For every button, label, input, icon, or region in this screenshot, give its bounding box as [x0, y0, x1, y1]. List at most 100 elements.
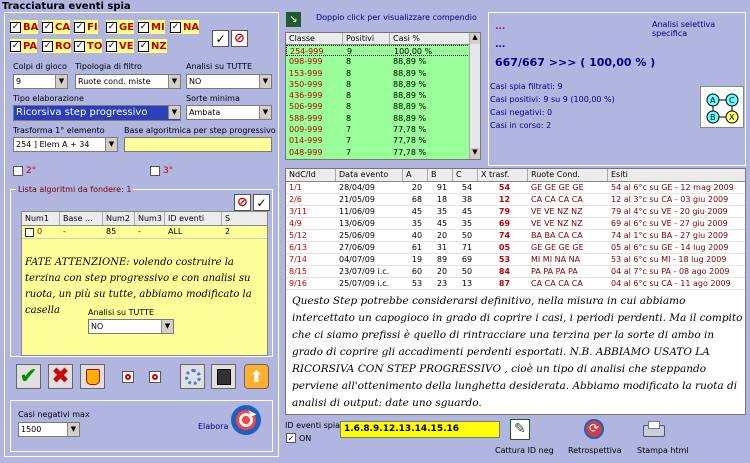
cell: 5/12: [289, 231, 307, 240]
table-row[interactable]: 8/15 23/07/09 i.c. 60 20 50 84 PA PA PA PA 04 a…: [286, 266, 745, 278]
analisi-select[interactable]: NO ▼: [186, 74, 272, 89]
table-row[interactable]: 3/11 11/06/09 45 35 45 79 VE VE NZ NZ 79 al 4°c…: [286, 206, 745, 218]
on-checkbox[interactable]: ✓ ON: [286, 433, 311, 443]
cell: 60: [411, 267, 423, 276]
checkbox-icon[interactable]: ✓: [170, 21, 181, 33]
compendio-icon[interactable]: ↘: [286, 12, 301, 27]
chevron-down-icon: ▼: [259, 75, 271, 88]
retrospettiva-label: Retrospettiva: [568, 446, 622, 455]
checkbox-icon[interactable]: ✓: [74, 21, 85, 33]
refresh-button[interactable]: [180, 364, 205, 389]
elabora-button[interactable]: ➤: [231, 405, 261, 435]
compendio-row[interactable]: 014-999 7 77,78 %: [286, 135, 480, 146]
scroll-down-icon[interactable]: ▼: [470, 148, 480, 159]
column-header: A: [403, 169, 428, 181]
cell: 79: [498, 207, 511, 216]
chevron-down-icon: ▼: [161, 320, 173, 333]
scroll-up-icon[interactable]: ▲: [470, 33, 480, 44]
small-red-button-1[interactable]: [122, 371, 134, 383]
clear-all-button[interactable]: ⊘: [231, 30, 248, 47]
checkbox-icon[interactable]: ✓: [10, 40, 21, 52]
wheel-to[interactable]: ✓ TO: [74, 39, 103, 53]
compendio-row[interactable]: 254-999 9 100,00 %: [286, 45, 480, 57]
refresh-icon: ⟳: [589, 421, 600, 435]
check-all-button[interactable]: ✓: [212, 30, 229, 47]
wheel-ge[interactable]: ✓ GE: [106, 20, 135, 34]
cell: 436-999: [289, 91, 323, 101]
cell: 88,89 %: [393, 68, 427, 78]
cell: 588-999: [289, 113, 323, 123]
colpi-select[interactable]: 9 ▼: [13, 74, 68, 89]
id-eventi-input[interactable]: 1.6.8.9.12.13.14.15.16: [340, 421, 500, 438]
scrollbar[interactable]: ▲ ▼: [469, 33, 480, 159]
checkbox-icon[interactable]: ✓: [74, 40, 85, 52]
tipo-elab-select[interactable]: Ricorsiva step progressivo ▼: [13, 105, 181, 121]
save-button[interactable]: [211, 364, 236, 389]
compendio-row[interactable]: 506-999 8 88,89 %: [286, 101, 480, 112]
column-header: Ruote Cond.: [528, 169, 608, 181]
tipologia-select[interactable]: Ruote cond. miste ▼: [75, 74, 181, 89]
checkbox-icon[interactable]: [25, 227, 34, 237]
table-row[interactable]: 6/13 27/06/09 61 31 71 05 GE GE GE GE 05 al 6°c…: [286, 242, 745, 254]
checkbox-icon[interactable]: ✓: [106, 21, 117, 33]
cell: 23/07/09 i.c.: [339, 267, 390, 276]
stat-line: Casi negativi: 0: [490, 108, 553, 117]
cattura-button[interactable]: ✎: [510, 419, 530, 440]
checkbox-icon[interactable]: ✓: [138, 21, 149, 33]
checkbox-icon[interactable]: ✓: [42, 40, 53, 52]
compendio-row[interactable]: 153-999 8 88,89 %: [286, 68, 480, 79]
bucket-button[interactable]: [80, 364, 105, 389]
check-icon: ✓: [256, 195, 267, 210]
analisi2-select[interactable]: NO ▼: [88, 319, 174, 334]
up-button[interactable]: ⬆: [244, 364, 269, 389]
confirm-algo-button[interactable]: ✓: [253, 194, 270, 211]
retrospettiva-button[interactable]: ⟳: [584, 419, 604, 439]
cell: 74 al 1°c su BA - 27 giu 2009: [611, 231, 729, 240]
table-row[interactable]: 2/6 21/05/09 68 18 38 12 CA CA CA CA 12 al 3°c …: [286, 194, 745, 206]
cell: 54: [461, 183, 473, 192]
checkbox-icon[interactable]: ✓: [42, 21, 53, 33]
explanation-note: Questo Step potrebbe considerarsi defini…: [292, 295, 743, 409]
cell: 19: [411, 255, 423, 264]
wheel-ba[interactable]: ✓ BA: [10, 20, 39, 34]
table-row[interactable]: 5/12 25/06/09 40 20 50 74 BA BA CA CA 74 al 1°c…: [286, 230, 745, 242]
wheel-na[interactable]: ✓ NA: [170, 20, 200, 34]
wheel-ro[interactable]: ✓ RO: [42, 39, 72, 53]
cell: 05: [498, 243, 511, 252]
wheel-nz[interactable]: ✓ NZ: [138, 39, 167, 53]
small-red-button-2[interactable]: [149, 371, 161, 383]
delete-button[interactable]: ✖: [48, 364, 73, 389]
checkbox-icon[interactable]: ✓: [106, 40, 117, 52]
wheel-ve[interactable]: ✓ VE: [106, 39, 134, 53]
table-row[interactable]: 9/16 25/07/09 i.c. 53 23 13 87 CA CA CA CA 04 a…: [286, 278, 745, 290]
opt-3-checkbox[interactable]: 3°: [150, 166, 173, 176]
stampa-button[interactable]: [643, 421, 665, 439]
sorte-select[interactable]: Ambata ▼: [186, 105, 272, 120]
node-c-label: C: [729, 96, 735, 105]
checkbox-icon[interactable]: ✓: [10, 21, 21, 33]
compendio-row[interactable]: 009-999 7 77,78 %: [286, 124, 480, 135]
cell: 25/06/09: [339, 231, 375, 240]
table-row[interactable]: 7/14 04/07/09 19 89 69 53 MI MI NA NA 53 al 6°c…: [286, 254, 745, 266]
compendio-row[interactable]: 436-999 8 88,89 %: [286, 90, 480, 101]
compendio-row[interactable]: 098-999 8 88,89 %: [286, 56, 480, 67]
record-icon: [125, 374, 131, 380]
base-input[interactable]: [124, 137, 272, 152]
compendio-row[interactable]: 350-999 8 88,89 %: [286, 79, 480, 90]
compendio-row[interactable]: 048-999 7 77,78 %: [286, 147, 480, 158]
casi-neg-select[interactable]: 1500 ▼: [18, 422, 80, 437]
ok-button[interactable]: ✔: [16, 364, 41, 389]
table-row[interactable]: 1/1 28/04/09 20 91 54 54 GE GE GE GE 54 al 6°c …: [286, 182, 745, 194]
wheel-mi[interactable]: ✓ MI: [138, 20, 165, 34]
table-row[interactable]: 0 - 85 - ALL 2: [22, 226, 267, 239]
cell: 25/07/09 i.c.: [339, 279, 390, 288]
wheel-pa[interactable]: ✓ PA: [10, 39, 38, 53]
wheel-ca[interactable]: ✓ CA: [42, 20, 71, 34]
remove-algo-button[interactable]: ⊘: [234, 194, 251, 211]
checkbox-icon[interactable]: ✓: [138, 40, 149, 52]
opt-2-checkbox[interactable]: 2°: [13, 166, 36, 176]
wheel-fi[interactable]: ✓ FI: [74, 20, 98, 34]
table-row[interactable]: 4/9 13/06/09 35 45 35 69 VE VE NZ NZ 69 al 6°c …: [286, 218, 745, 230]
compendio-row[interactable]: 588-999 8 88,89 %: [286, 113, 480, 124]
trasforma-select[interactable]: 254 ] Elem A + 34 ▼: [13, 137, 118, 152]
